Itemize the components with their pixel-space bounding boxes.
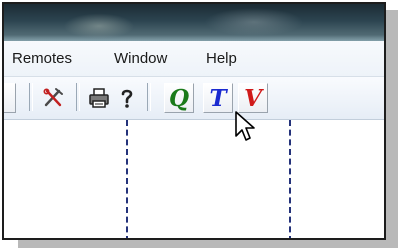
v-letter: V — [244, 84, 262, 112]
toolbar: Q T V — [4, 77, 384, 120]
mouse-cursor-icon — [235, 111, 255, 141]
toolbar-separator — [147, 83, 151, 111]
t-letter: T — [209, 84, 227, 112]
dashed-guide-line — [126, 120, 128, 238]
menu-window[interactable]: Window — [114, 50, 167, 67]
application-window: Remotes Window Help Q T V — [2, 2, 386, 240]
menu-bar: Remotes Window Help — [4, 41, 384, 77]
help-button[interactable] — [112, 83, 142, 113]
partial-toolbar-button[interactable] — [4, 83, 16, 113]
workspace-area[interactable] — [4, 120, 384, 238]
q-letter: Q — [168, 84, 190, 112]
question-mark-icon — [121, 89, 133, 108]
crossed-tools-icon — [43, 88, 63, 107]
q-button[interactable]: Q — [164, 83, 194, 113]
title-bar — [4, 4, 384, 41]
v-button[interactable]: V — [238, 83, 268, 113]
menu-remotes[interactable]: Remotes — [12, 50, 72, 67]
menu-help[interactable]: Help — [206, 50, 237, 67]
dashed-guide-line — [289, 120, 291, 238]
tools-button[interactable] — [38, 83, 68, 113]
toolbar-separator — [29, 83, 33, 111]
toolbar-separator — [76, 83, 80, 111]
print-button[interactable] — [84, 83, 114, 113]
t-button[interactable]: T — [203, 83, 233, 113]
printer-icon — [89, 88, 109, 108]
